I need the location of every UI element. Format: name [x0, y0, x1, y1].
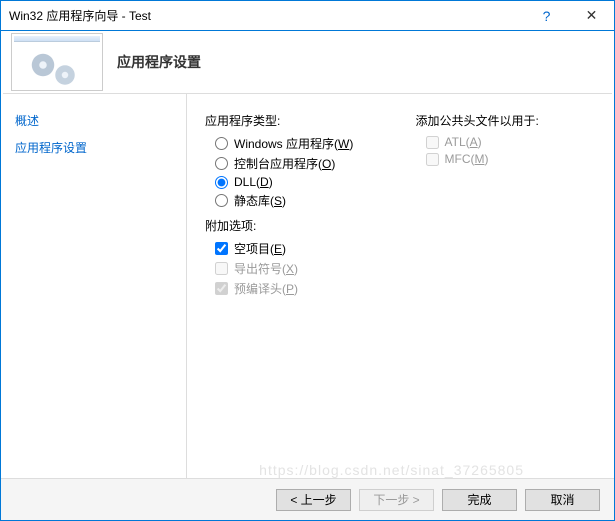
- footer: < 上一步 下一步 > 完成 取消: [1, 478, 614, 520]
- checkbox-input: [426, 153, 439, 166]
- checkbox-label: 空项目(E): [234, 240, 286, 257]
- content: 应用程序类型: Windows 应用程序(W) 控制台应用程序(O) DLL(D…: [186, 94, 614, 478]
- checkbox-input[interactable]: [215, 242, 228, 255]
- radio-label: Windows 应用程序(W): [234, 135, 353, 152]
- radio-input[interactable]: [215, 194, 228, 207]
- radio-input[interactable]: [215, 137, 228, 150]
- checkbox-label: MFC(M): [445, 152, 489, 166]
- common-headers-label: 添加公共头文件以用于:: [416, 112, 597, 129]
- gear-icon: [52, 62, 78, 88]
- radio-label: DLL(D): [234, 175, 273, 189]
- radio-windows-app[interactable]: Windows 应用程序(W): [215, 135, 386, 152]
- checkbox-input: [426, 136, 439, 149]
- finish-button[interactable]: 完成: [442, 489, 517, 511]
- body: 概述 应用程序设置 应用程序类型: Windows 应用程序(W) 控制台应用程…: [1, 94, 614, 478]
- banner-icon: [11, 33, 103, 91]
- banner: 应用程序设置: [1, 31, 614, 93]
- check-precompiled-header: 预编译头(P): [215, 280, 386, 297]
- close-button[interactable]: ✕: [569, 7, 614, 24]
- titlebar: Win32 应用程序向导 - Test ? ✕: [1, 1, 614, 31]
- radio-dll[interactable]: DLL(D): [215, 175, 386, 189]
- help-button[interactable]: ?: [524, 8, 569, 24]
- checkbox-label: ATL(A): [445, 135, 482, 149]
- sidebar: 概述 应用程序设置: [1, 94, 186, 478]
- radio-label: 控制台应用程序(O): [234, 155, 335, 172]
- add-options-label: 附加选项:: [205, 217, 386, 234]
- wizard-window: Win32 应用程序向导 - Test ? ✕ 应用程序设置 概述 应用程序设置…: [0, 0, 615, 521]
- checkbox-label: 预编译头(P): [234, 280, 298, 297]
- radio-input[interactable]: [215, 176, 228, 189]
- check-mfc: MFC(M): [426, 152, 597, 166]
- checkbox-input: [215, 262, 228, 275]
- radio-console-app[interactable]: 控制台应用程序(O): [215, 155, 386, 172]
- window-title: Win32 应用程序向导 - Test: [1, 7, 524, 24]
- checkbox-label: 导出符号(X): [234, 260, 298, 277]
- radio-static-lib[interactable]: 静态库(S): [215, 192, 386, 209]
- radio-label: 静态库(S): [234, 192, 286, 209]
- checkbox-input: [215, 282, 228, 295]
- next-button: 下一步 >: [359, 489, 434, 511]
- col-right: 添加公共头文件以用于: ATL(A) MFC(M): [416, 112, 597, 300]
- check-atl: ATL(A): [426, 135, 597, 149]
- col-left: 应用程序类型: Windows 应用程序(W) 控制台应用程序(O) DLL(D…: [205, 112, 386, 300]
- sidebar-item-overview[interactable]: 概述: [15, 112, 172, 129]
- check-export-symbols: 导出符号(X): [215, 260, 386, 277]
- back-button[interactable]: < 上一步: [276, 489, 351, 511]
- cancel-button[interactable]: 取消: [525, 489, 600, 511]
- check-empty-project[interactable]: 空项目(E): [215, 240, 386, 257]
- sidebar-item-app-settings[interactable]: 应用程序设置: [15, 139, 172, 156]
- app-type-label: 应用程序类型:: [205, 112, 386, 129]
- banner-title: 应用程序设置: [117, 52, 201, 72]
- radio-input[interactable]: [215, 157, 228, 170]
